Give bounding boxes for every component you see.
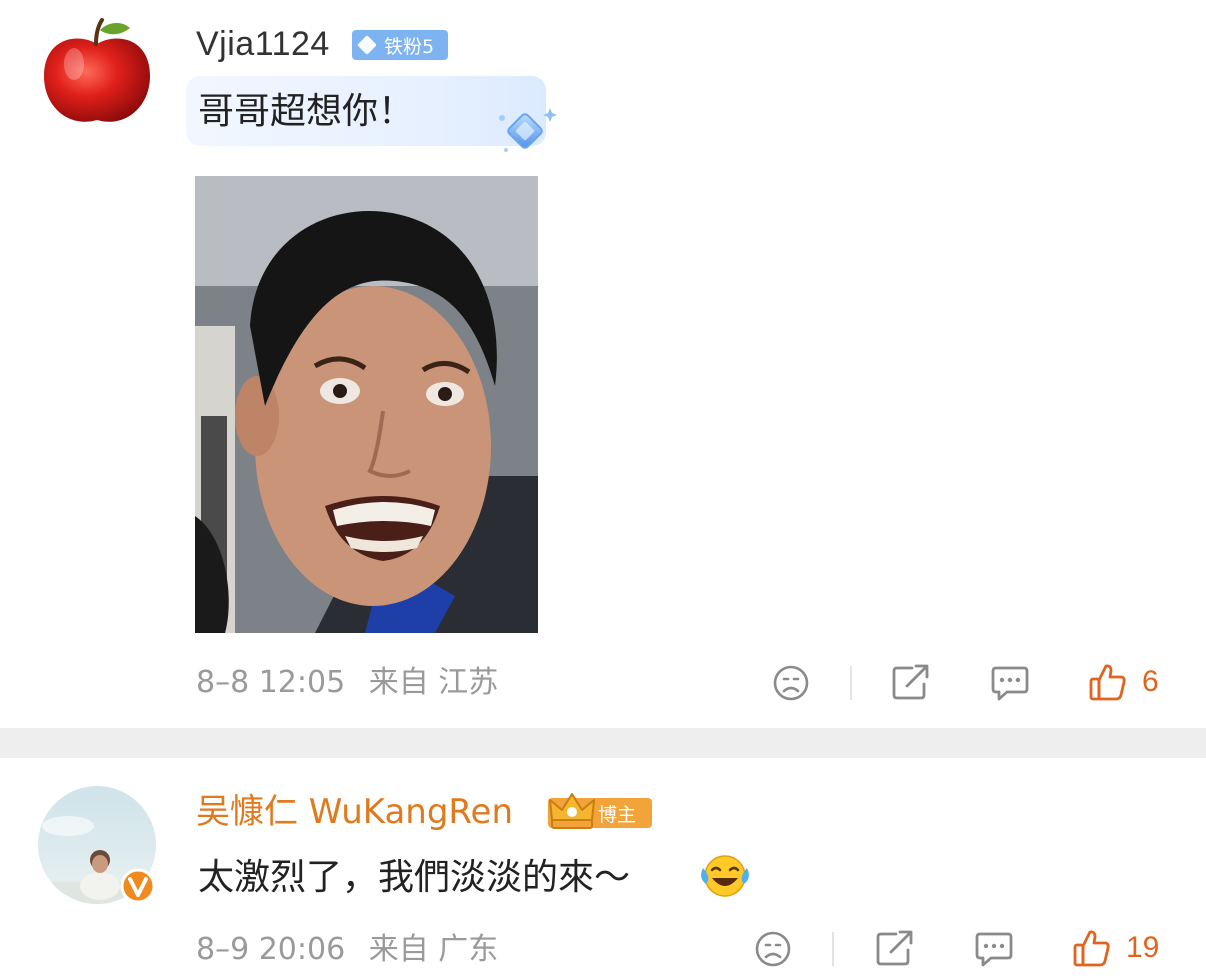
- action-divider: [850, 666, 852, 700]
- fan-badge-label: 铁粉5: [384, 35, 435, 58]
- reply-button[interactable]: [990, 664, 1030, 702]
- thumbs-up-icon: [1089, 664, 1126, 701]
- comment-item: Vjia1124 铁粉5 哥哥超想你！ 8–8 12:05 来自 江苏 6: [0, 0, 1206, 728]
- sad-face-icon: [755, 931, 791, 967]
- dislike-button[interactable]: [772, 664, 810, 702]
- username[interactable]: Vjia1124: [196, 24, 330, 64]
- comment-divider: [0, 728, 1206, 758]
- sad-face-icon: [773, 665, 809, 701]
- share-button[interactable]: [874, 928, 916, 968]
- laughing-tears-emoji: [701, 855, 749, 897]
- comment-text-content: 太激烈了，我們淡淡的來～: [198, 857, 631, 898]
- comment-date: 8–8 12:05: [196, 665, 346, 700]
- username[interactable]: 吴慷仁 WuKangRen: [196, 792, 513, 832]
- like-count: 19: [1126, 931, 1160, 964]
- share-icon: [876, 930, 913, 966]
- diamond-icon: [357, 35, 377, 55]
- comment-meta: 8–9 20:06 来自 广东: [196, 932, 512, 968]
- blogger-badge-label: 博主: [598, 803, 637, 826]
- comment-bubble-icon: [991, 666, 1029, 701]
- crown-icon: [549, 793, 595, 829]
- comment-location: 来自 广东: [368, 932, 499, 967]
- comment-text: 哥哥超想你！: [198, 91, 415, 132]
- comment-text: 太激烈了，我們淡淡的來～: [198, 856, 630, 900]
- comment-meta: 8–8 12:05 来自 江苏: [196, 665, 512, 701]
- like-button[interactable]: 6: [1088, 662, 1159, 702]
- reply-button[interactable]: [974, 930, 1014, 968]
- like-button[interactable]: 19: [1072, 928, 1159, 968]
- verified-v-icon: [120, 868, 156, 904]
- like-count: 6: [1142, 665, 1159, 698]
- dislike-button[interactable]: [754, 930, 792, 968]
- thumbs-up-icon: [1073, 930, 1110, 967]
- share-icon: [892, 664, 929, 700]
- action-divider: [832, 932, 834, 966]
- comment-bubble-icon: [975, 932, 1013, 967]
- user-avatar-apple[interactable]: [38, 14, 156, 132]
- comment-location: 来自 江苏: [368, 665, 499, 700]
- share-button[interactable]: [890, 662, 932, 702]
- fan-level-badge[interactable]: 铁粉5: [352, 30, 448, 60]
- comment-date: 8–9 20:06: [196, 932, 346, 967]
- blogger-badge[interactable]: 博主: [548, 793, 652, 829]
- comment-image-meme[interactable]: [195, 176, 538, 633]
- comment-item: 吴慷仁 WuKangRen 太激烈了，我們淡淡的來～ 8–9 20:06 来自 …: [0, 758, 1206, 980]
- diamond-gem-icon: [499, 108, 557, 152]
